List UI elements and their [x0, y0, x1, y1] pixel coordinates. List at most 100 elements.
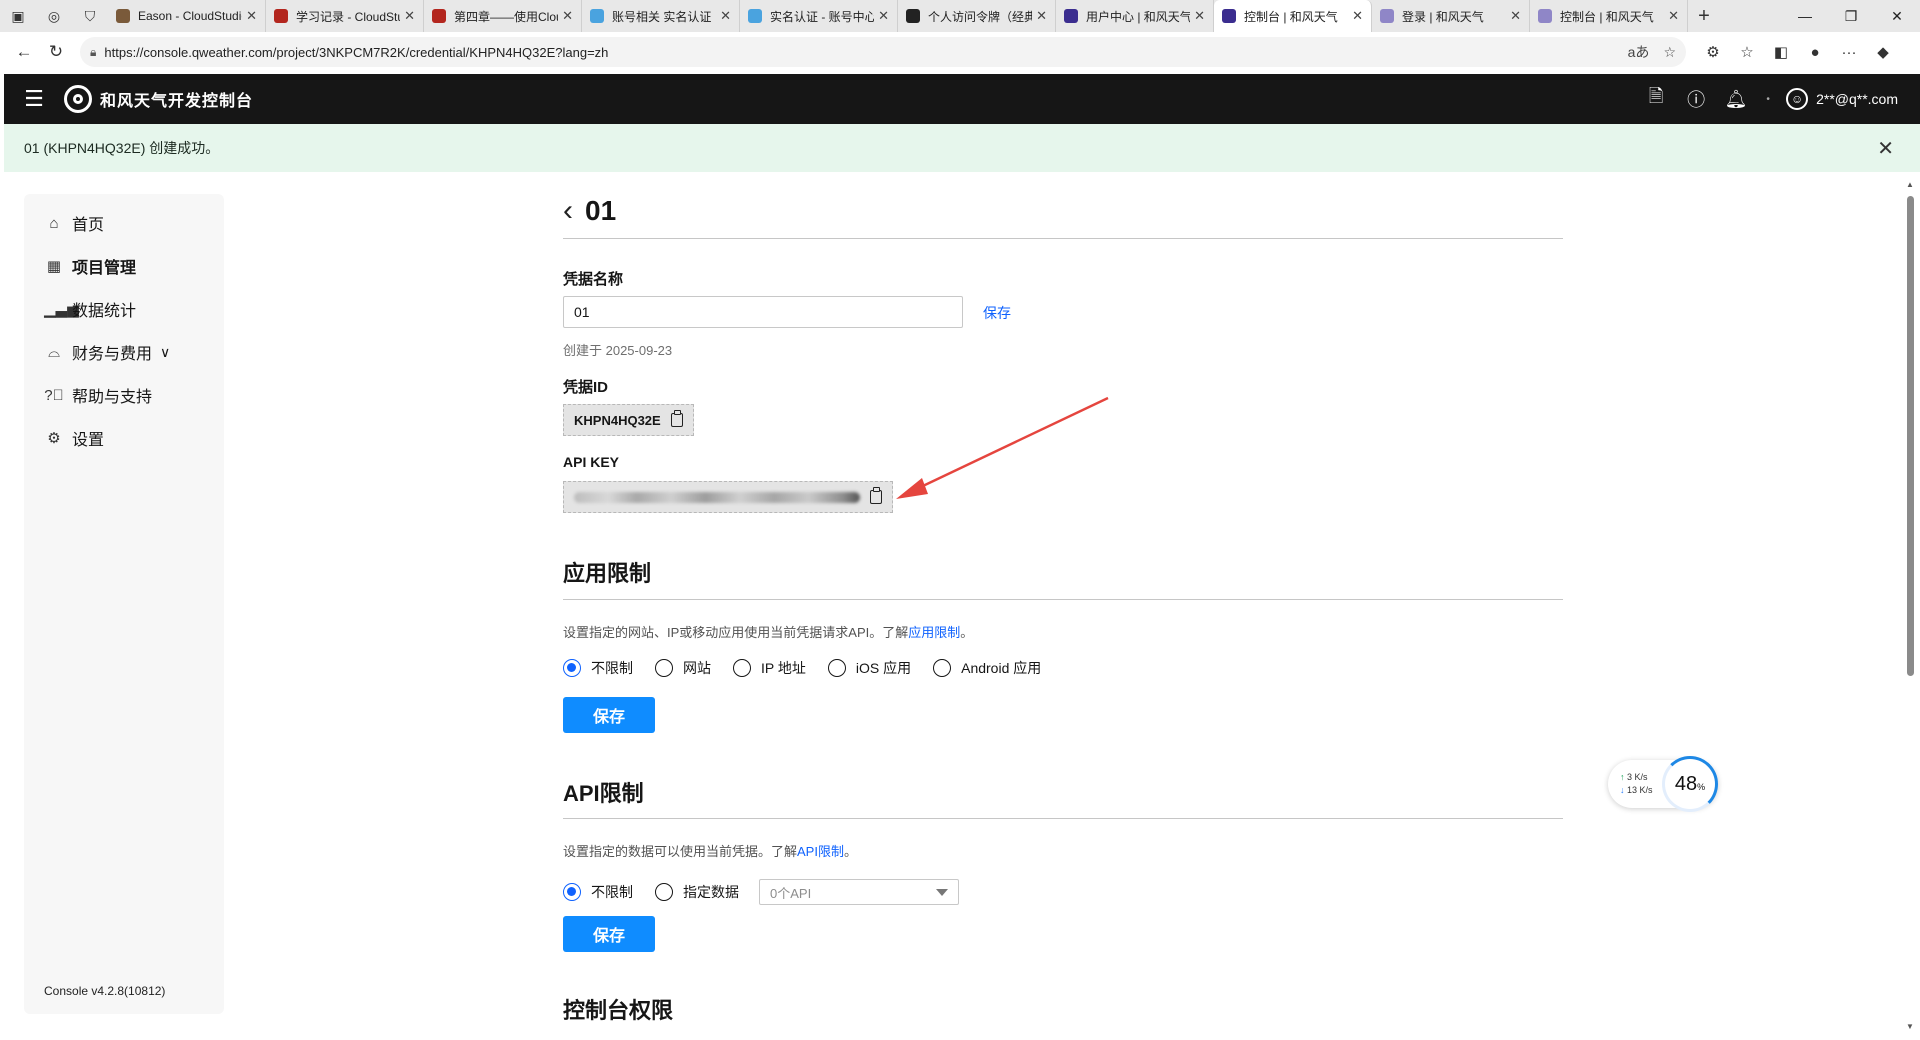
close-tab-icon[interactable]: ✕ [404, 8, 415, 24]
sidebar-item-label: 首页 [72, 217, 105, 234]
console-permission-title: 控制台权限 [563, 998, 674, 1023]
tab-title: 控制台 | 和风天气 [1244, 9, 1338, 24]
tab-favicon-icon [906, 9, 920, 23]
favorite-star-icon[interactable]: ☆ [1663, 44, 1676, 61]
back-icon[interactable]: ← [8, 36, 40, 68]
api-key-field[interactable] [563, 481, 893, 513]
browser-tab[interactable]: 第四章——使用CloudStudio ✕ [424, 0, 582, 32]
more-menu-icon[interactable]: ··· [1832, 36, 1866, 68]
copy-id-icon[interactable] [670, 410, 683, 427]
chevron-down-icon[interactable]: ∨ [160, 344, 170, 361]
browser-tab[interactable]: 学习记录 - CloudStudio ✕ [266, 0, 424, 32]
radio-android-app[interactable]: Android 应用 [933, 658, 1041, 678]
close-window-button[interactable]: ✕ [1874, 0, 1920, 32]
notification-bell-icon[interactable]: 🔔︎ [1716, 74, 1756, 124]
brand-title[interactable]: 和风天气开发控制台 [100, 87, 253, 111]
browser-tab[interactable]: 个人访问令牌（经典）✕ [898, 0, 1056, 32]
extensions-icon[interactable]: ⚙ [1696, 36, 1730, 68]
api-restriction-save-button[interactable]: 保存 [563, 916, 655, 952]
radio-ip-address[interactable]: IP 地址 [733, 658, 806, 678]
close-tab-icon[interactable]: ✕ [1036, 8, 1047, 24]
qweather-logo-icon[interactable] [64, 85, 92, 113]
url-input[interactable]: 🔒︎ https://console.qweather.com/project/… [80, 37, 1686, 67]
workspace-icon[interactable]: ◎ [36, 0, 72, 32]
success-notification: 01 (KHPN4HQ32E) 创建成功。 ✕ [4, 124, 1920, 172]
user-email[interactable]: 2**@q**.com [1816, 91, 1898, 107]
url-text[interactable]: https://console.qweather.com/project/3NK… [104, 45, 1613, 60]
radio-api-no-restriction[interactable]: 不限制 [563, 882, 633, 902]
close-tab-icon[interactable]: ✕ [562, 8, 573, 24]
edge-bar-icon[interactable]: ◧ [1764, 36, 1798, 68]
copilot-icon[interactable]: ◆ [1866, 36, 1900, 68]
browser-tab[interactable]: 用户中心 | 和风天气 ✕ [1056, 0, 1214, 32]
close-tab-icon[interactable]: ✕ [246, 8, 257, 24]
sidebar-item-projects[interactable]: ▦ 项目管理 [44, 252, 136, 280]
profile-icon[interactable]: ● [1798, 36, 1832, 68]
api-select-dropdown[interactable]: 0个API [759, 879, 959, 905]
collections-icon[interactable]: ⛉ [72, 0, 108, 32]
help-icon[interactable]: ⓘ [1676, 74, 1716, 124]
docs-icon[interactable]: 🗎 [1636, 74, 1676, 124]
close-notification-icon[interactable]: ✕ [1877, 136, 1894, 161]
sidebar-item-help[interactable]: ?⃝ 帮助与支持 [44, 381, 152, 409]
browser-tab[interactable]: Eason - CloudStudio ✕ [108, 0, 266, 32]
site-info-icon[interactable]: 🔒︎ [90, 45, 96, 60]
browser-tab[interactable]: 实名认证 - 账号中心 ✕ [740, 0, 898, 32]
notification-message: 01 (KHPN4HQ32E) 创建成功。 [24, 140, 220, 156]
back-chevron-icon[interactable]: ‹ [563, 194, 573, 228]
api-key-label: API KEY [563, 454, 620, 470]
grid-icon: ▦ [46, 258, 62, 275]
help-circle-icon: ?⃝ [44, 386, 64, 404]
radio-label: 网站 [683, 660, 711, 676]
app-restriction-learn-link[interactable]: 应用限制 [908, 625, 960, 640]
tab-actions-icon[interactable]: ▣ [0, 0, 36, 32]
sidebar-item-settings[interactable]: ⚙ 设置 [44, 424, 104, 452]
radio-label: IP 地址 [761, 660, 806, 676]
read-aloud-icon[interactable]: aあ [1628, 42, 1650, 62]
close-tab-icon[interactable]: ✕ [878, 8, 889, 24]
scroll-up-arrow-icon[interactable]: ▲ [1906, 180, 1914, 189]
scrollbar-thumb[interactable] [1907, 196, 1914, 676]
user-menu[interactable]: ☺ 2**@q**.com [1786, 88, 1898, 110]
radio-no-restriction[interactable]: 不限制 [563, 658, 633, 678]
browser-tab[interactable]: 登录 | 和风天气 ✕ [1372, 0, 1530, 32]
radio-ios-app[interactable]: iOS 应用 [827, 658, 911, 678]
radio-website[interactable]: 网站 [655, 658, 711, 678]
sidebar-item-statistics[interactable]: ▁▃▅ 数据统计 [44, 295, 136, 323]
caret-down-icon [936, 889, 948, 896]
browser-tab[interactable]: 账号相关 实名认证 ✕ [582, 0, 740, 32]
tab-title: Eason - CloudStudio [138, 9, 243, 23]
radio-circle [933, 659, 952, 677]
close-tab-icon[interactable]: ✕ [1668, 8, 1679, 24]
radio-specified-data[interactable]: 指定数据 [655, 882, 739, 902]
upload-arrow-icon: ↑ [1620, 772, 1625, 782]
menu-hamburger-icon[interactable]: ☰ [4, 74, 64, 124]
close-tab-icon[interactable]: ✕ [1352, 8, 1363, 24]
sidebar-item-home[interactable]: ⌂ 首页 [44, 209, 104, 237]
browser-tab[interactable]: 控制台 | 和风天气 ✕ [1214, 0, 1372, 32]
save-name-link[interactable]: 保存 [983, 303, 1011, 323]
credential-id-chip[interactable]: KHPN4HQ32E [563, 404, 694, 436]
minimize-button[interactable]: — [1782, 0, 1828, 32]
page-scrollbar[interactable]: ▲ ▼ [1904, 176, 1916, 1036]
api-restriction-learn-link[interactable]: API限制 [797, 844, 844, 859]
credential-name-input[interactable]: 01 [563, 296, 963, 328]
close-tab-icon[interactable]: ✕ [1510, 8, 1521, 24]
new-tab-button[interactable]: + [1688, 0, 1720, 32]
scroll-down-arrow-icon[interactable]: ▼ [1906, 1022, 1914, 1031]
browser-tab[interactable]: 控制台 | 和风天气 ✕ [1530, 0, 1688, 32]
restore-button[interactable]: ❐ [1828, 0, 1874, 32]
app-restriction-save-button[interactable]: 保存 [563, 697, 655, 733]
console-version: Console v4.2.8(10812) [44, 984, 166, 998]
refresh-icon[interactable]: ↻ [40, 36, 72, 68]
user-avatar-icon: ☺ [1786, 88, 1809, 110]
sidebar-item-finance[interactable]: ⌓ 财务与费用 ∨ [44, 338, 170, 366]
app-restriction-desc: 设置指定的网站、IP或移动应用使用当前凭据请求API。了解应用限制。 [563, 622, 973, 641]
upload-rate: 3 [1627, 772, 1633, 782]
memory-gauge: 48% [1662, 756, 1718, 812]
close-tab-icon[interactable]: ✕ [720, 8, 731, 24]
page-title: ‹ 01 [563, 194, 616, 228]
favorites-icon[interactable]: ☆ [1730, 36, 1764, 68]
network-monitor-widget[interactable]: ↑ 3 K/s ↓ 13 K/s 48% [1608, 756, 1718, 812]
close-tab-icon[interactable]: ✕ [1194, 8, 1205, 24]
